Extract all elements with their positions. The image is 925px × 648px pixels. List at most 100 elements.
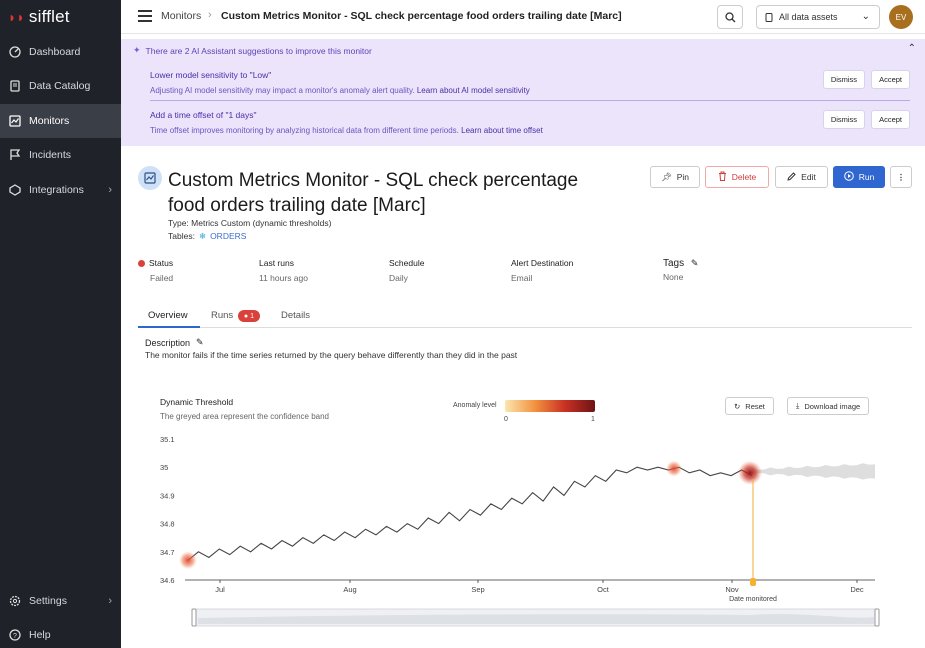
anomaly-point [738,460,762,485]
monitor-icon [9,115,21,127]
alert-destination-label: Alert Destination [511,258,574,268]
menu-icon[interactable] [138,10,152,22]
snowflake-icon: ❄ [198,231,207,241]
sidebar-item-monitors[interactable]: Monitors [0,104,121,138]
suggestion-learn-link[interactable]: Learn about time offset [461,126,543,135]
run-button[interactable]: Run [833,166,885,188]
more-options-button[interactable]: ⋮ [890,166,912,188]
tab-overview[interactable]: Overview [148,310,188,321]
suggestion-buttons: Dismiss Accept [822,70,910,89]
tags-value: None [663,272,684,282]
edit-tags-icon[interactable]: ✎ [691,258,699,268]
chevron-right-icon: › [108,184,112,196]
monitor-type-icon [138,166,162,190]
anomaly-point [179,551,197,570]
anomaly-legend-min: 0 [504,416,508,423]
edit-description-icon[interactable]: ✎ [196,337,204,348]
trash-icon [718,171,727,183]
sidebar-item-label: Incidents [29,149,72,161]
suggestion-description: Adjusting AI model sensitivity may impac… [150,86,910,95]
logo-icon: ◗◗ [8,9,25,25]
x-tick-label: Sep [471,585,484,594]
sidebar: ◗◗ sifflet Dashboard Data Catalog Monito… [0,0,121,648]
meta-tags: Tags ✎ None [663,258,698,282]
sidebar-item-integrations[interactable]: Integrations › [0,173,121,207]
ai-suggestions-banner: ✦ There are 2 AI Assistant suggestions t… [121,39,925,146]
edit-button[interactable]: Edit [775,166,828,188]
confidence-band [752,463,875,480]
sidebar-item-data-catalog[interactable]: Data Catalog [0,69,121,103]
accept-button[interactable]: Accept [871,110,910,129]
pin-icon: 📌︎ [660,171,672,182]
y-tick-label: 34.9 [160,491,175,500]
table-link[interactable]: ORDERS [210,231,246,242]
accept-button[interactable]: Accept [871,70,910,89]
chevron-right-icon: › [108,595,112,607]
asset-select[interactable]: All data assets ⌄ [756,5,880,29]
chevron-down-icon: ⌄ [861,11,870,22]
x-tick-label: Dec [850,585,864,594]
tab-runs[interactable]: Runs [211,310,233,321]
dismiss-button[interactable]: Dismiss [822,70,866,89]
y-tick-label: 34.6 [160,576,175,585]
divider [150,100,910,101]
svg-text:?: ? [13,633,17,640]
anomaly-legend-label: Anomaly level [453,402,497,409]
last-runs-value: 11 hours ago [259,273,308,283]
sidebar-item-help[interactable]: ? Help [0,618,121,648]
delete-button[interactable]: Delete [705,166,769,188]
more-vertical-icon: ⋮ [896,171,906,182]
status-value: Failed [150,273,174,283]
suggestion-description-text: Time offset improves monitoring by analy… [150,126,459,135]
suggestion-description-text: Adjusting AI model sensitivity may impac… [150,86,415,95]
search-icon [724,11,735,22]
suggestion-learn-link[interactable]: Learn about AI model sensitivity [417,86,530,95]
flag-icon [9,149,21,161]
status-failed-icon [138,260,145,267]
x-axis-title: Date monitored [729,596,777,603]
sidebar-item-label: Data Catalog [29,80,91,92]
run-button-label: Run [858,172,875,182]
download-image-button[interactable]: ⤓ Download image [787,397,870,415]
collapse-icon[interactable]: ⌃ [908,43,916,54]
sidebar-item-incidents[interactable]: Incidents [0,138,121,172]
tab-details[interactable]: Details [281,310,310,321]
y-tick-label: 35 [160,463,168,472]
pencil-icon [787,171,796,183]
dismiss-button[interactable]: Dismiss [822,110,866,129]
breadcrumb-monitors[interactable]: Monitors [161,10,201,22]
meta-status: Status Failed [138,258,173,283]
x-tick-label: Aug [343,585,356,594]
sidebar-item-dashboard[interactable]: Dashboard [0,35,121,69]
runs-badge-count: 1 [250,312,255,320]
dynamic-threshold-chart[interactable]: 35.1 35 34.9 34.8 34.7 34.6 Jul Aug Sep Oct Nov Dec… [150,425,890,630]
meta-last-runs: Last runs 11 hours ago [259,258,308,283]
y-tick-label: 34.7 [160,548,175,557]
gear-icon [9,595,21,607]
current-date-handle [750,578,756,586]
reset-button[interactable]: ↻ Reset [725,397,774,415]
ai-banner-header-text: There are 2 AI Assistant suggestions to … [145,45,372,56]
alert-icon: ● [243,312,249,320]
pin-button[interactable]: 📌︎ Pin [650,166,700,188]
navigator-handle-right [874,608,880,627]
x-tick-label: Jul [215,585,225,594]
asset-select-value: All data assets [779,12,838,22]
dashboard-icon [9,46,21,58]
search-button[interactable] [717,5,743,29]
top-bar: Monitors › Custom Metrics Monitor - SQL … [121,0,925,34]
logo[interactable]: ◗◗ sifflet [8,7,70,27]
y-tick-label: 35.1 [160,435,175,444]
sparkle-icon: ✦ [133,45,141,55]
avatar[interactable]: EV [889,5,913,29]
sidebar-item-settings[interactable]: Settings › [0,584,121,618]
sidebar-item-label: Settings [29,595,67,607]
suggestion-description: Time offset improves monitoring by analy… [150,126,910,135]
chart-title: Dynamic Threshold [160,397,234,407]
delete-button-label: Delete [731,172,757,182]
breadcrumb-separator: › [208,9,212,21]
pin-button-label: Pin [676,172,690,182]
description-heading: Description ✎ [145,337,204,348]
play-icon [843,171,854,183]
y-tick-label: 34.8 [160,520,175,529]
